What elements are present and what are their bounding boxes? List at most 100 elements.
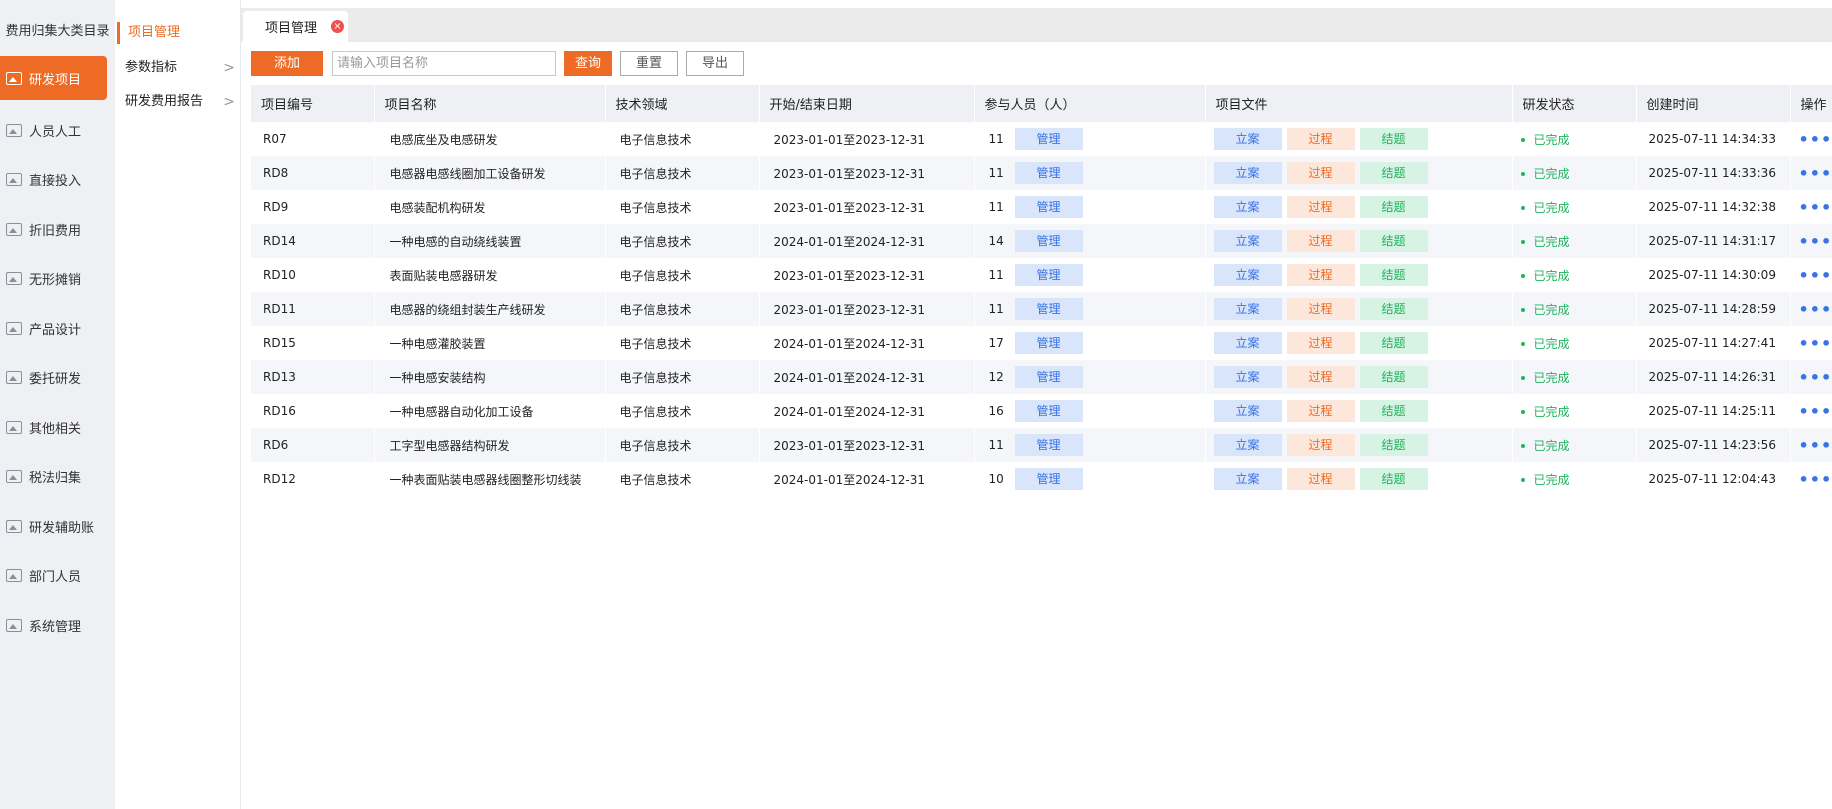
conclusion-button[interactable]: 结题 [1359, 400, 1428, 422]
sidebar-item-tax-collection[interactable]: 税法归集 [0, 452, 115, 502]
cell-project-code: RD9 [251, 190, 375, 224]
process-button[interactable]: 过程 [1286, 332, 1355, 354]
process-button[interactable]: 过程 [1286, 264, 1355, 286]
process-button[interactable]: 过程 [1286, 434, 1355, 456]
filing-button[interactable]: 立案 [1213, 366, 1282, 388]
cell-project-files: 立案 过程 结题 [1205, 428, 1513, 462]
process-button[interactable]: 过程 [1286, 162, 1355, 184]
manage-button[interactable]: 管理 [1014, 230, 1083, 252]
cell-project-files: 立案 过程 结题 [1205, 258, 1513, 292]
manage-button[interactable]: 管理 [1014, 298, 1083, 320]
header-tech-field: 技术领域 [605, 85, 760, 122]
more-actions-icon[interactable]: ••• [1799, 300, 1832, 319]
manage-button[interactable]: 管理 [1014, 196, 1083, 218]
manage-button[interactable]: 管理 [1014, 264, 1083, 286]
filing-button[interactable]: 立案 [1213, 400, 1282, 422]
sidebar-item-system-management[interactable]: 系统管理 [0, 601, 115, 651]
conclusion-button[interactable]: 结题 [1359, 128, 1428, 150]
participant-count: 12 [988, 369, 1004, 384]
more-actions-icon[interactable]: ••• [1799, 470, 1832, 489]
more-actions-icon[interactable]: ••• [1799, 232, 1832, 251]
filing-button[interactable]: 立案 [1213, 468, 1282, 490]
sidebar-item-intangible-amortization[interactable]: 无形摊销 [0, 254, 115, 304]
process-button[interactable]: 过程 [1286, 468, 1355, 490]
header-created-time: 创建时间 [1636, 85, 1791, 122]
cell-project-files: 立案 过程 结题 [1205, 360, 1513, 394]
manage-button[interactable]: 管理 [1014, 366, 1083, 388]
manage-button[interactable]: 管理 [1014, 400, 1083, 422]
sidebar-item-rd-projects[interactable]: 研发项目 [0, 56, 107, 100]
cell-project-code: R07 [251, 122, 375, 156]
tab-project-management[interactable]: 项目管理 × [243, 11, 348, 42]
conclusion-button[interactable]: 结题 [1359, 230, 1428, 252]
more-actions-icon[interactable]: ••• [1799, 334, 1832, 353]
conclusion-button[interactable]: 结题 [1359, 298, 1428, 320]
conclusion-button[interactable]: 结题 [1359, 196, 1428, 218]
sidebar-item-depreciation[interactable]: 折旧费用 [0, 205, 115, 255]
sub-sidebar-item-parameter-indicators[interactable]: 参数指标 > [125, 57, 237, 79]
manage-button[interactable]: 管理 [1014, 468, 1083, 490]
close-icon[interactable]: × [331, 20, 344, 33]
cell-project-name: 一种电感安装结构 [374, 360, 606, 394]
more-actions-icon[interactable]: ••• [1799, 198, 1832, 217]
cell-rd-status: 已完成 [1512, 360, 1637, 394]
project-name-search-input[interactable] [332, 51, 556, 76]
filing-button[interactable]: 立案 [1213, 162, 1282, 184]
process-button[interactable]: 过程 [1286, 366, 1355, 388]
query-button[interactable]: 查询 [564, 51, 612, 76]
sub-sidebar-item-rd-expense-report[interactable]: 研发费用报告 > [125, 91, 237, 113]
filing-button[interactable]: 立案 [1213, 434, 1282, 456]
status-dot-icon [1520, 240, 1525, 244]
add-button[interactable]: 添加 [251, 51, 323, 76]
more-actions-icon[interactable]: ••• [1799, 130, 1832, 149]
status-dot-icon [1520, 376, 1525, 380]
manage-button[interactable]: 管理 [1014, 162, 1083, 184]
sidebar-item-direct-input[interactable]: 直接投入 [0, 155, 115, 205]
export-button[interactable]: 导出 [686, 51, 744, 76]
conclusion-button[interactable]: 结题 [1359, 264, 1428, 286]
filing-button[interactable]: 立案 [1213, 332, 1282, 354]
sidebar-item-personnel-labor[interactable]: 人员人工 [0, 106, 115, 156]
conclusion-button[interactable]: 结题 [1359, 366, 1428, 388]
cell-actions: ••• [1790, 462, 1832, 496]
more-actions-icon[interactable]: ••• [1799, 164, 1832, 183]
filing-button[interactable]: 立案 [1213, 230, 1282, 252]
more-actions-icon[interactable]: ••• [1799, 266, 1832, 285]
status-text: 已完成 [1533, 166, 1570, 181]
sidebar-item-department-staff[interactable]: 部门人员 [0, 551, 115, 601]
sidebar-item-other-related[interactable]: 其他相关 [0, 403, 115, 453]
process-button[interactable]: 过程 [1286, 298, 1355, 320]
more-actions-icon[interactable]: ••• [1799, 402, 1832, 421]
process-button[interactable]: 过程 [1286, 230, 1355, 252]
cell-project-code: RD16 [251, 394, 375, 428]
filing-button[interactable]: 立案 [1213, 298, 1282, 320]
reset-button[interactable]: 重置 [620, 51, 678, 76]
process-button[interactable]: 过程 [1286, 400, 1355, 422]
conclusion-button[interactable]: 结题 [1359, 434, 1428, 456]
sidebar-item-rd-auxiliary-ledger[interactable]: 研发辅助账 [0, 502, 115, 552]
process-button[interactable]: 过程 [1286, 128, 1355, 150]
sub-sidebar-item-label: 研发费用报告 [125, 94, 204, 109]
manage-button[interactable]: 管理 [1014, 128, 1083, 150]
sidebar-item-label: 无形摊销 [29, 273, 82, 289]
filing-button[interactable]: 立案 [1213, 128, 1282, 150]
manage-button[interactable]: 管理 [1014, 434, 1083, 456]
more-actions-icon[interactable]: ••• [1799, 436, 1832, 455]
process-button[interactable]: 过程 [1286, 196, 1355, 218]
conclusion-button[interactable]: 结题 [1359, 162, 1428, 184]
conclusion-button[interactable]: 结题 [1359, 332, 1428, 354]
cell-project-code: RD12 [251, 462, 375, 496]
image-icon [6, 371, 22, 385]
sub-sidebar-title-project-management[interactable]: 项目管理 [117, 22, 180, 44]
sidebar-item-product-design[interactable]: 产品设计 [0, 304, 115, 354]
conclusion-button[interactable]: 结题 [1359, 468, 1428, 490]
more-actions-icon[interactable]: ••• [1799, 368, 1832, 387]
filing-button[interactable]: 立案 [1213, 264, 1282, 286]
sidebar-item-commissioned-rd[interactable]: 委托研发 [0, 353, 115, 403]
image-icon [6, 519, 22, 533]
manage-button[interactable]: 管理 [1014, 332, 1083, 354]
participant-count: 11 [988, 267, 1004, 282]
filing-button[interactable]: 立案 [1213, 196, 1282, 218]
cell-created-time: 2025-07-11 14:25:11 [1636, 394, 1791, 428]
table-row: RD12 一种表面贴装电感器线圈整形切线装 电子信息技术 2024-01-01至202… [251, 462, 1832, 496]
